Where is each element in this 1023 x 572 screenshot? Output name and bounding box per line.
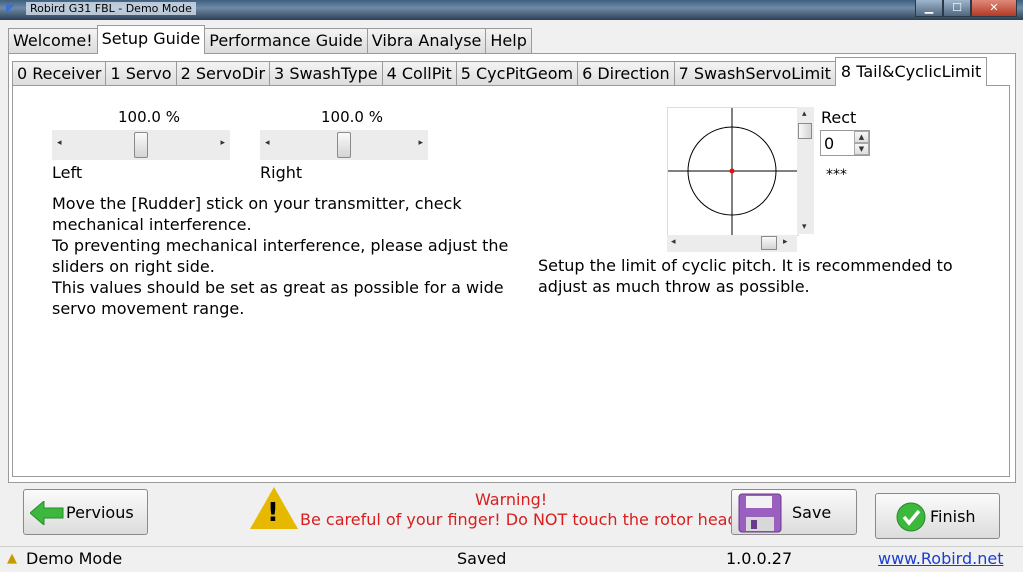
instruction-line: Move the [Rudder] stick on your transmit… bbox=[52, 194, 462, 213]
description-line: Setup the limit of cyclic pitch. It is r… bbox=[538, 256, 953, 275]
minimize-button[interactable]: ▁ bbox=[915, 0, 943, 17]
tab-servo[interactable]: 1 Servo bbox=[105, 61, 177, 86]
instruction-line: This values should be set as great as po… bbox=[52, 278, 504, 297]
right-limit-label: Right bbox=[260, 163, 303, 182]
right-limit-value: 100.0 % bbox=[321, 108, 383, 126]
horizontal-scroll-thumb[interactable] bbox=[761, 236, 777, 250]
tab-welcome[interactable]: Welcome! bbox=[8, 28, 98, 53]
rect-indicator: *** bbox=[826, 167, 847, 183]
instruction-line: servo movement range. bbox=[52, 299, 245, 318]
tab-swashservolimit[interactable]: 7 SwashServoLimit bbox=[673, 61, 836, 86]
tab-servodir[interactable]: 2 ServoDir bbox=[175, 61, 271, 86]
description-line: adjust as much throw as possible. bbox=[538, 277, 810, 296]
scroll-right-arrow-icon[interactable]: ▸ bbox=[783, 237, 788, 247]
slider-right-arrow-icon[interactable]: ▸ bbox=[220, 138, 225, 148]
spin-down-icon[interactable]: ▼ bbox=[854, 143, 869, 155]
scroll-up-arrow-icon[interactable]: ▴ bbox=[802, 109, 807, 119]
scroll-left-arrow-icon[interactable]: ◂ bbox=[671, 237, 676, 247]
website-link[interactable]: www.Robird.net bbox=[878, 549, 1003, 568]
cyclic-horizontal-scrollbar[interactable]: ◂ ▸ bbox=[667, 235, 797, 252]
finish-button-label: Finish bbox=[930, 507, 976, 526]
warning-message: Be careful of your finger! Do NOT touch … bbox=[300, 510, 745, 529]
slider-left-arrow-icon[interactable]: ◂ bbox=[265, 138, 270, 148]
left-limit-slider-thumb[interactable] bbox=[134, 132, 148, 158]
left-limit-label: Left bbox=[52, 163, 83, 182]
tab-collpit[interactable]: 4 CollPit bbox=[381, 61, 457, 86]
stick-position-dot bbox=[729, 168, 735, 174]
cyclic-limit-graph[interactable] bbox=[667, 107, 799, 236]
instruction-line: sliders on right side. bbox=[52, 257, 215, 276]
status-bar: ▲ Demo Mode Saved 1.0.0.27 www.Robird.ne… bbox=[0, 546, 1023, 572]
status-saved: Saved bbox=[457, 549, 507, 568]
maximize-button[interactable]: ☐ bbox=[943, 0, 971, 17]
rudder-instructions: Move the [Rudder] stick on your transmit… bbox=[52, 193, 508, 319]
warning-title: Warning! bbox=[475, 490, 548, 509]
previous-button-label: Pervious bbox=[66, 503, 134, 522]
finish-button[interactable]: Finish bbox=[875, 493, 1000, 539]
status-version: 1.0.0.27 bbox=[726, 549, 793, 568]
window-title: Robird G31 FBL - Demo Mode bbox=[26, 2, 196, 15]
tab-receiver[interactable]: 0 Receiver bbox=[12, 61, 107, 86]
save-button-label: Save bbox=[792, 503, 832, 522]
main-tab-strip: Welcome! Setup Guide Performance Guide V… bbox=[8, 25, 532, 54]
tab-swashtype[interactable]: 3 SwashType bbox=[269, 61, 383, 86]
right-limit-slider[interactable]: ◂ ▸ bbox=[260, 130, 428, 160]
tab-setup-guide[interactable]: Setup Guide bbox=[96, 25, 206, 54]
left-limit-value: 100.0 % bbox=[118, 108, 180, 126]
save-button[interactable]: Save bbox=[731, 489, 857, 535]
previous-button[interactable]: Pervious bbox=[23, 489, 148, 535]
left-limit-slider[interactable]: ◂ ▸ bbox=[52, 130, 230, 160]
tab-cycpitgeom[interactable]: 5 CycPitGeom bbox=[455, 61, 579, 86]
rect-spinner[interactable]: 0 ▲ ▼ bbox=[820, 130, 870, 158]
cyclic-description: Setup the limit of cyclic pitch. It is r… bbox=[538, 255, 953, 297]
spin-up-icon[interactable]: ▲ bbox=[854, 131, 869, 143]
instruction-line: mechanical interference. bbox=[52, 215, 252, 234]
setup-step-tab-strip: 0 Receiver 1 Servo 2 ServoDir 3 SwashTyp… bbox=[12, 57, 988, 86]
slider-left-arrow-icon[interactable]: ◂ bbox=[57, 138, 62, 148]
warning-exclamation-icon: ! bbox=[267, 498, 279, 528]
slider-right-arrow-icon[interactable]: ▸ bbox=[418, 138, 423, 148]
floppy-disk-icon bbox=[738, 493, 782, 533]
tab-vibra-analyse[interactable]: Vibra Analyse bbox=[366, 28, 487, 53]
demo-warning-icon: ▲ bbox=[7, 551, 17, 566]
status-mode: Demo Mode bbox=[26, 549, 123, 568]
right-limit-slider-thumb[interactable] bbox=[337, 132, 351, 158]
cyclic-vertical-scrollbar[interactable]: ▴ ▾ bbox=[797, 107, 814, 234]
close-button[interactable]: ✕ bbox=[971, 0, 1017, 17]
arrow-left-icon bbox=[30, 501, 64, 525]
app-icon: ◤ bbox=[6, 2, 15, 15]
tab-help[interactable]: Help bbox=[485, 28, 532, 53]
check-circle-icon bbox=[896, 502, 926, 532]
cyclic-crosshair-plot bbox=[668, 108, 798, 235]
tab-direction[interactable]: 6 Direction bbox=[577, 61, 675, 86]
window-controls: ▁ ☐ ✕ bbox=[915, 0, 1017, 18]
title-bar: ◤ Robird G31 FBL - Demo Mode ▁ ☐ ✕ bbox=[0, 0, 1023, 20]
tab-performance-guide[interactable]: Performance Guide bbox=[204, 28, 368, 53]
tab-tail-cycliclimit[interactable]: 8 Tail&CyclicLimit bbox=[834, 57, 988, 86]
rect-label: Rect bbox=[821, 108, 857, 127]
scroll-down-arrow-icon[interactable]: ▾ bbox=[802, 222, 807, 232]
instruction-line: To preventing mechanical interference, p… bbox=[52, 236, 509, 255]
vertical-scroll-thumb[interactable] bbox=[798, 123, 812, 139]
